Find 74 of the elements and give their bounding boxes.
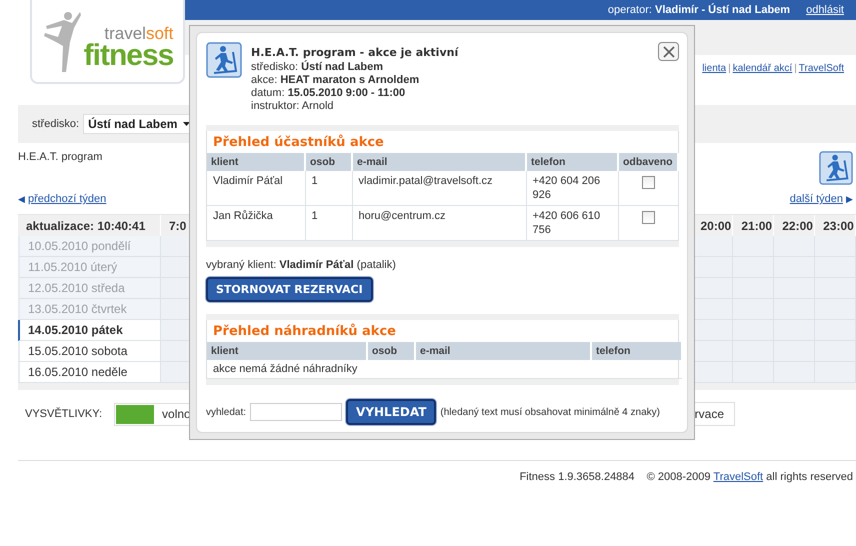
separator: | <box>728 63 731 74</box>
cancel-reservation-button[interactable]: STORNOVAT REZERVACI <box>206 277 373 302</box>
hour-header: 22:00 <box>774 215 816 236</box>
next-week-link[interactable]: další týden <box>790 193 843 205</box>
column-header: telefon <box>526 153 618 171</box>
column-header: e-mail <box>415 342 591 360</box>
day-cell[interactable]: 16.05.2010 neděle <box>18 362 161 383</box>
table-cell: Vladimír Páťal <box>207 171 305 206</box>
program-name: H.E.A.T. program <box>18 151 102 165</box>
treadmill-icon <box>206 42 242 78</box>
time-slot[interactable] <box>692 278 734 299</box>
time-slot[interactable] <box>692 299 734 320</box>
column-header: telefon <box>591 342 682 360</box>
left-arrow[interactable]: ◀ <box>18 194 25 204</box>
column-header: klient <box>207 342 367 360</box>
detail-line: středisko: Ústí nad Labem <box>251 61 384 74</box>
footer-text: Fitness 1.9.3658.24884 © 2008-2009 TravelSoft all rights reserved <box>520 471 853 483</box>
selected-client: vybraný klient: Vladimír Páťal (patalik) <box>206 259 397 271</box>
previous-week-link[interactable]: předchozí týden <box>28 193 106 205</box>
time-slot[interactable] <box>692 236 734 257</box>
close-icon <box>662 46 674 58</box>
empty-message: akce nemá žádné náhradníky <box>207 360 682 378</box>
time-slot[interactable] <box>815 236 856 257</box>
table-cell: 1 <box>305 171 352 206</box>
day-cell[interactable]: 14.05.2010 pátek <box>18 320 161 341</box>
search-hint: (hledaný text musí obsahovat minimálně 4 znaky) <box>440 406 660 418</box>
filter-label: středisko: <box>32 118 80 130</box>
table-cell: Jan Růžička <box>207 206 305 240</box>
column-header: odbaveno <box>618 153 678 171</box>
time-slot[interactable] <box>733 236 774 257</box>
dialog-title: H.E.A.T. program - akce je aktivní <box>251 46 460 59</box>
table-cell: 1 <box>305 206 352 240</box>
checkbox[interactable] <box>642 211 654 224</box>
hour-header: 21:00 <box>733 215 774 236</box>
table-cell: vladimir.patal@travelsoft.cz <box>352 171 526 206</box>
day-cell[interactable]: 15.05.2010 sobota <box>18 341 161 362</box>
table-cell: horu@centrum.cz <box>352 206 526 240</box>
table-cell: +420 606 610 756 <box>526 206 618 240</box>
close-button[interactable] <box>658 42 679 61</box>
operator-text: operator: Vladimír - Ústí nad Labem <box>608 4 790 16</box>
section-title: Přehled náhradníků akce <box>212 322 397 341</box>
search-label: vyhledat: <box>206 406 246 418</box>
logo-text: travelsoft <box>104 26 174 42</box>
search-button[interactable]: VYHLEDAT <box>346 399 436 425</box>
nav-link[interactable]: TravelSoft <box>798 63 844 74</box>
time-slot[interactable] <box>692 257 734 278</box>
separator: | <box>794 63 797 74</box>
time-slot[interactable] <box>774 236 816 257</box>
time-slot[interactable] <box>692 362 734 383</box>
update-time: aktualizace: 10:40:41 <box>18 215 161 236</box>
search-field[interactable] <box>250 403 342 421</box>
treadmill-icon <box>819 151 853 185</box>
hour-header: 20:00 <box>692 215 734 236</box>
detail-line: datum: 15.05.2010 9:00 - 11:00 <box>251 87 406 100</box>
time-slot[interactable] <box>692 341 734 362</box>
time-slot[interactable] <box>692 320 734 341</box>
right-arrow[interactable]: ▶ <box>846 194 853 204</box>
detail-line: akce: HEAT maraton s Arnoldem <box>251 74 420 87</box>
logo-title: fitness <box>84 42 174 70</box>
detail-line: instruktor: Arnold <box>251 100 335 113</box>
caret-icon <box>183 122 190 126</box>
table-cell: +420 604 206 926 <box>526 171 618 206</box>
logout-link[interactable]: odhlásit <box>806 4 844 16</box>
column-header: klient <box>207 153 305 171</box>
nav-link[interactable]: kalendář akcí <box>732 63 792 74</box>
hour-header: 23:00 <box>815 215 856 236</box>
column-header: osob <box>305 153 352 171</box>
legend-label: VYSVĚTLIVKY: <box>25 408 102 420</box>
nav-link[interactable]: lienta <box>702 63 726 74</box>
checkbox[interactable] <box>642 176 654 189</box>
column-header: osob <box>367 342 415 360</box>
section-title: Přehled účastníků akce <box>212 134 385 152</box>
column-header: e-mail <box>352 153 526 171</box>
footer-link[interactable]: TravelSoft <box>713 471 764 483</box>
